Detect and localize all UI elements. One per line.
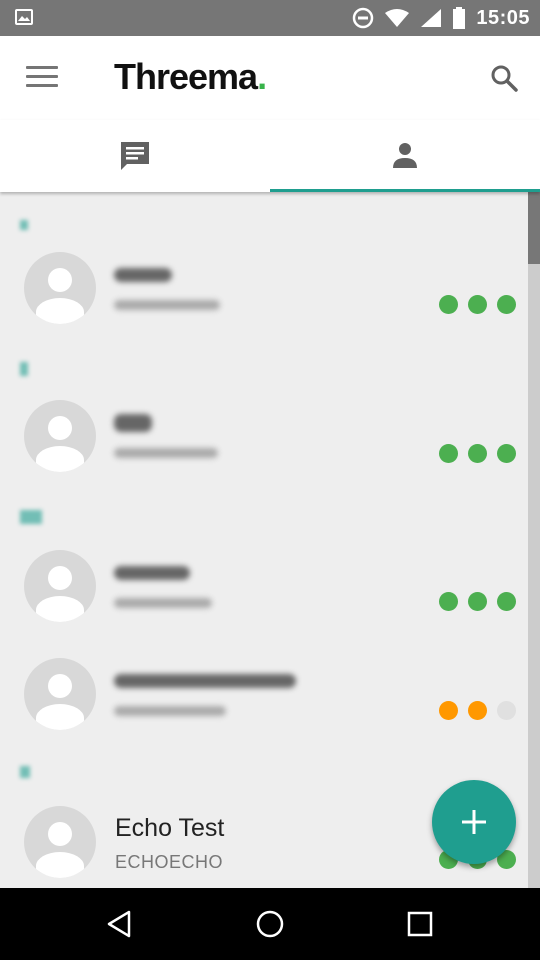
- contact-name: [114, 414, 152, 432]
- contact-name: [114, 674, 296, 688]
- person-icon: [393, 143, 417, 168]
- tab-contacts[interactable]: [270, 120, 540, 192]
- contact-row[interactable]: [0, 242, 528, 362]
- menu-icon[interactable]: [26, 66, 58, 90]
- scrollbar-thumb[interactable]: [528, 192, 540, 264]
- recents-button[interactable]: [396, 900, 444, 948]
- chat-icon: [121, 142, 149, 170]
- back-button[interactable]: [96, 900, 144, 948]
- section-header: [20, 220, 28, 230]
- app-title: Threema.: [114, 56, 267, 98]
- image-notification-icon: [15, 9, 33, 25]
- add-icon: [462, 810, 486, 834]
- contact-name: [114, 566, 190, 580]
- contact-row[interactable]: [0, 540, 528, 660]
- avatar: [24, 806, 96, 878]
- contact-row[interactable]: [0, 648, 528, 768]
- tab-indicator: [270, 189, 540, 192]
- contact-id: [114, 300, 220, 310]
- status-time: 15:05: [476, 6, 530, 29]
- contact-id: [114, 706, 226, 716]
- section-header: [20, 510, 42, 524]
- contact-id: [114, 448, 218, 458]
- section-header: [20, 362, 28, 376]
- app-title-text: Threema: [114, 56, 258, 97]
- recents-icon: [407, 911, 433, 937]
- contact-id: ECHOECHO: [115, 852, 224, 872]
- app-bar: Threema.: [0, 36, 540, 120]
- home-icon: [256, 910, 284, 938]
- verification-level: [439, 592, 516, 611]
- verification-level: [439, 295, 516, 314]
- contact-row[interactable]: [0, 390, 528, 510]
- search-icon[interactable]: [488, 62, 520, 94]
- contact-name: [114, 268, 172, 282]
- avatar: [24, 252, 96, 324]
- avatar: [24, 400, 96, 472]
- scrollbar[interactable]: [528, 192, 540, 888]
- section-header: [20, 766, 30, 778]
- contact-name: Echo Test: [115, 814, 225, 842]
- app-title-dot: .: [257, 56, 267, 97]
- wifi-icon: [385, 9, 410, 27]
- add-contact-button[interactable]: [432, 780, 516, 864]
- avatar: [24, 550, 96, 622]
- contact-id: [114, 598, 212, 608]
- back-icon: [107, 910, 131, 938]
- battery-icon: [453, 7, 466, 29]
- navigation-bar: [0, 888, 540, 960]
- status-bar: 15:05: [0, 0, 540, 36]
- tab-bar: [0, 120, 540, 192]
- verification-level: [439, 701, 516, 720]
- tab-chats[interactable]: [0, 120, 270, 192]
- signal-icon: [421, 9, 442, 27]
- avatar: [24, 658, 96, 730]
- home-button[interactable]: [246, 900, 294, 948]
- do-not-disturb-icon: [353, 7, 374, 29]
- verification-level: [439, 444, 516, 463]
